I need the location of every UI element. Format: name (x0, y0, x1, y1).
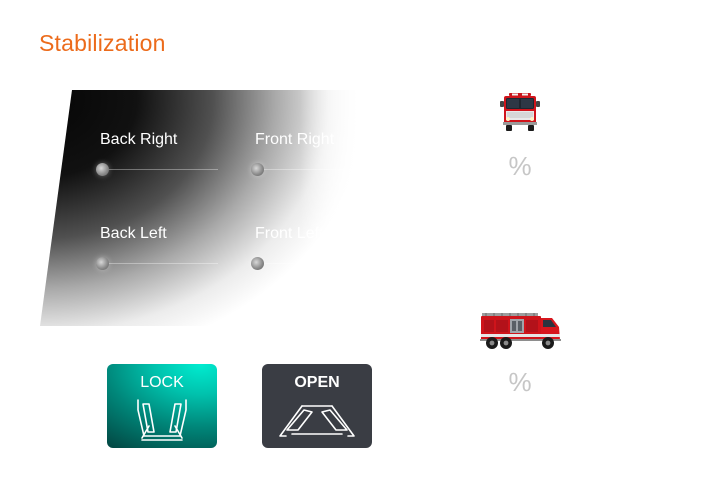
lock-button[interactable]: LOCK (107, 364, 217, 448)
leg-front-right-label: Front Right (255, 131, 335, 148)
leg-front-left-slider[interactable] (251, 257, 373, 270)
side-level-percent: % (508, 367, 532, 397)
leg-back-right-label: Back Right (100, 131, 178, 148)
fire-truck-side-icon (480, 312, 562, 355)
page-title: Stabilization (39, 30, 166, 56)
leg-back-right-handle[interactable] (96, 163, 109, 176)
leg-back-left-slider[interactable] (96, 257, 218, 270)
leg-back-right-slider[interactable] (96, 163, 218, 176)
open-button-label: OPEN (294, 374, 340, 391)
leg-back-left-label: Back Left (100, 225, 167, 242)
front-level-percent: % (508, 151, 532, 181)
lock-button-label: LOCK (140, 374, 184, 391)
open-button[interactable]: OPEN (262, 364, 372, 448)
leg-front-left[interactable]: Front Left (251, 225, 395, 270)
leg-front-right[interactable]: Front Right (251, 131, 395, 176)
leg-front-right-slider[interactable] (251, 163, 373, 176)
leg-front-left-label: Front Left (255, 225, 324, 242)
leg-back-right[interactable]: Back Right (96, 131, 240, 176)
leg-back-left[interactable]: Back Left (96, 225, 240, 270)
outriggers-open-icon (262, 396, 372, 447)
fire-truck-front-icon (500, 92, 540, 137)
leg-front-right-handle[interactable] (251, 163, 264, 176)
leg-front-left-handle[interactable] (251, 257, 264, 270)
leg-back-left-handle[interactable] (96, 257, 109, 270)
stabilizer-panel (40, 90, 360, 326)
outriggers-locked-icon (107, 396, 217, 447)
